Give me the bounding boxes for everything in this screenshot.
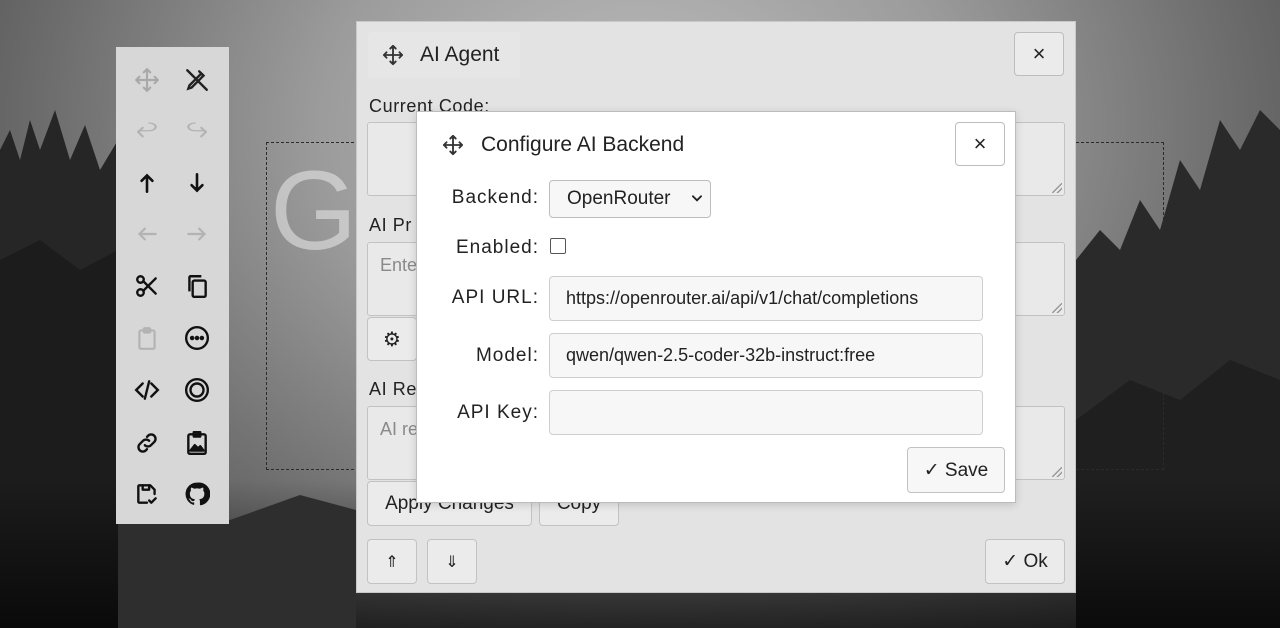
drag-handle-icon[interactable] <box>442 134 464 161</box>
undo-icon <box>136 122 157 138</box>
arrow-down-icon <box>190 173 204 193</box>
clipboard-icon <box>138 327 156 350</box>
ai-prompt-placeholder: Ente <box>380 255 418 275</box>
code-button[interactable] <box>127 370 167 410</box>
left-toolbar <box>116 47 229 524</box>
redo-button[interactable] <box>177 111 217 151</box>
ai-response-label: AI Re <box>369 379 418 399</box>
move-up-button[interactable] <box>127 163 167 203</box>
scissors-icon <box>136 275 157 297</box>
backend-select[interactable]: OpenRouter <box>549 180 711 218</box>
github-icon <box>185 482 210 506</box>
image-button[interactable] <box>177 423 217 463</box>
arrow-right-icon <box>187 227 207 241</box>
configure-backend-dialog: Configure AI Backend × Backend: OpenRout… <box>416 111 1016 503</box>
save-config-button[interactable]: ✓ Save <box>907 447 1005 493</box>
agent-title-bar[interactable]: AI Agent <box>368 32 520 78</box>
chevron-down-icon <box>691 195 703 202</box>
api-url-input[interactable]: https://openrouter.ai/api/v1/chat/comple… <box>549 276 983 321</box>
paste-button[interactable] <box>127 318 167 358</box>
move-right-button[interactable] <box>177 214 217 254</box>
ai-settings-button[interactable]: ⚙ <box>367 317 417 361</box>
gear-icon: ⚙ <box>383 328 401 351</box>
link-button[interactable] <box>127 423 167 463</box>
api-key-label: API Key: <box>457 402 539 423</box>
agent-close-button[interactable]: × <box>1014 32 1064 76</box>
dialog-title: Configure AI Backend <box>481 133 685 156</box>
enabled-label: Enabled: <box>455 237 539 258</box>
move-tool-button[interactable] <box>127 60 167 100</box>
dialog-close-button[interactable]: × <box>955 122 1005 166</box>
move-down-button[interactable] <box>177 163 217 203</box>
api-url-label: API URL: <box>451 287 539 308</box>
pen-off-icon <box>186 69 208 91</box>
target-button[interactable] <box>177 370 217 410</box>
github-button[interactable] <box>177 474 217 514</box>
move-window-down-button[interactable]: ⇓ <box>427 539 477 584</box>
enabled-checkbox[interactable] <box>550 238 566 254</box>
api-key-input[interactable] <box>549 390 983 435</box>
cut-button[interactable] <box>127 266 167 306</box>
more-icon <box>184 325 210 351</box>
redo-icon <box>187 122 208 138</box>
arrow-left-icon <box>137 227 157 241</box>
copy-button[interactable] <box>177 266 217 306</box>
model-input[interactable]: qwen/qwen-2.5-coder-32b-instruct:free <box>549 333 983 378</box>
ok-button[interactable]: ✓ Ok <box>985 539 1065 584</box>
move-icon <box>135 68 159 92</box>
drag-handle-icon[interactable] <box>382 44 404 71</box>
model-label: Model: <box>475 345 539 366</box>
image-icon <box>187 430 207 456</box>
move-window-up-button[interactable]: ⇑ <box>367 539 417 584</box>
more-button[interactable] <box>177 318 217 358</box>
save-button[interactable] <box>127 474 167 514</box>
code-icon <box>134 380 160 400</box>
backend-label: Backend: <box>451 187 539 208</box>
arrow-up-icon <box>140 173 154 193</box>
undo-button[interactable] <box>127 111 167 151</box>
save-check-icon <box>137 484 157 504</box>
copy-icon <box>188 275 207 299</box>
move-left-button[interactable] <box>127 214 167 254</box>
ai-response-placeholder: AI re <box>380 419 419 439</box>
edit-off-tool-button[interactable] <box>177 60 217 100</box>
ai-prompt-label: AI Pr <box>369 215 413 235</box>
link-icon <box>137 433 157 453</box>
backend-select-value: OpenRouter <box>567 188 671 209</box>
target-icon <box>184 377 210 403</box>
dialog-title-bar[interactable]: Configure AI Backend <box>428 122 708 168</box>
agent-title: AI Agent <box>420 43 500 66</box>
